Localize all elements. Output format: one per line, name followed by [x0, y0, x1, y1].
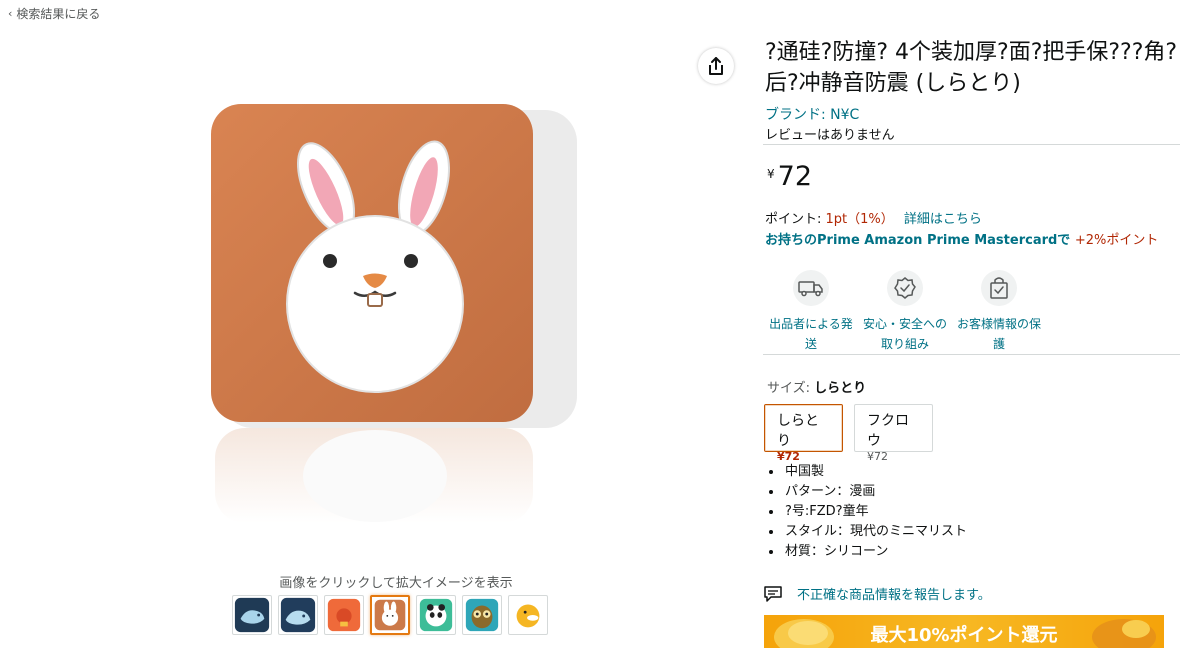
rabbit-icon [374, 599, 406, 631]
feature-label: 出品者による発送 [769, 317, 853, 351]
chick-icon [327, 598, 361, 632]
chevron-left-icon: ‹ [8, 7, 13, 20]
feature-label: お客様情報の保護 [956, 317, 1041, 351]
bullet-item: ?号:FZD?童年 [783, 502, 967, 522]
thumbnail-panda[interactable] [416, 595, 456, 635]
owl-icon [465, 598, 499, 632]
review-status: レビューはありません [765, 128, 895, 143]
thumbnail-whale-1[interactable] [232, 595, 272, 635]
report-incorrect-info-link[interactable]: 不正確な商品情報を報告します。 [763, 584, 991, 603]
bullet-item: スタイル：現代のミニマリスト [783, 522, 967, 542]
product-title: ?通硅?防撞? 4个装加厚?面?把手保???角?后?冲静音防震 (しらとり) [765, 40, 1178, 96]
main-product-image[interactable] [205, 96, 585, 526]
size-label: サイズ: しらとり [767, 377, 866, 396]
panda-icon [419, 598, 453, 632]
thumbnail-duck[interactable] [508, 595, 548, 635]
thumbnail-owl[interactable] [462, 595, 502, 635]
feature-bullets: 中国製 パターン：漫画 ?号:FZD?童年 スタイル：現代のミニマリスト 材質：… [763, 462, 967, 562]
report-comment-icon [764, 585, 782, 602]
feature-seller-shipping[interactable]: 出品者による発送 [765, 270, 857, 354]
variation-name: しらとり [777, 413, 819, 449]
currency-symbol: ¥ [767, 167, 775, 181]
variation-swatch-shiratori[interactable]: しらとり ¥72 [764, 404, 843, 463]
price-block: ¥ 72 [767, 162, 812, 192]
bullet-item: パターン：漫画 [783, 482, 967, 502]
variation-name: フクロウ [867, 413, 909, 449]
feature-label: 安心・安全への取り組み [862, 317, 947, 351]
feature-privacy[interactable]: お客様情報の保護 [953, 270, 1045, 354]
whale-icon [280, 597, 316, 633]
lock-bag-icon [981, 270, 1017, 306]
divider [763, 354, 1180, 355]
size-label-prefix: サイズ: [767, 381, 815, 396]
points-details-link[interactable]: 詳細はこちら [904, 212, 982, 227]
report-label: 不正確な商品情報を報告します。 [797, 588, 991, 603]
points-value: 1pt（1%） [825, 212, 894, 227]
back-to-results-label: 検索結果に戻る [16, 7, 101, 21]
card-bonus-text: +2%ポイント [1074, 233, 1159, 248]
points-row: ポイント: 1pt（1%） 詳細はこちら [765, 208, 982, 227]
bullet-item: 材質：シリコーン [783, 542, 967, 562]
brand-link[interactable]: ブランド: N¥C [765, 104, 859, 124]
badge-check-icon [887, 270, 923, 306]
divider [763, 144, 1180, 145]
price-value: 72 [777, 161, 812, 192]
share-icon [709, 57, 723, 75]
thumbnail-rabbit[interactable] [370, 595, 410, 635]
promo-text: 最大10%ポイント還元 [870, 625, 1058, 646]
duck-icon [511, 598, 545, 632]
size-selected-value: しらとり [814, 381, 867, 396]
card-offer-row[interactable]: お持ちのPrime Amazon Prime Mastercardで +2%ポイ… [765, 229, 1158, 248]
thumbnail-strip [232, 595, 548, 635]
promo-banner[interactable]: 最大10%ポイント還元 [764, 615, 1164, 648]
thumbnail-chick[interactable] [324, 595, 364, 635]
feature-safety[interactable]: 安心・安全への取り組み [859, 270, 951, 354]
bullet-item: 中国製 [783, 462, 967, 482]
variation-swatch-fukurou[interactable]: フクロウ ¥72 [854, 404, 933, 463]
card-offer-text: お持ちのPrime Amazon Prime Mastercardで [765, 233, 1071, 248]
zoom-caption: 画像をクリックして拡大イメージを表示 [279, 576, 513, 591]
back-to-results-link[interactable]: ‹ 検索結果に戻る [8, 5, 100, 22]
whale-icon [234, 597, 270, 633]
share-button[interactable] [698, 48, 734, 84]
points-label: ポイント: [765, 212, 826, 227]
thumbnail-whale-2[interactable] [278, 595, 318, 635]
truck-icon [793, 270, 829, 306]
